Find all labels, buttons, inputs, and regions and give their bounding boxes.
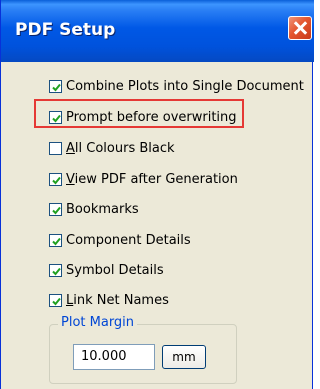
bookmarks-checkbox[interactable] <box>49 203 62 216</box>
checkmark-icon <box>52 267 61 276</box>
component-details-checkbox[interactable] <box>49 234 62 247</box>
component-details-label: Component Details <box>66 233 191 248</box>
close-button[interactable] <box>288 16 312 40</box>
plot-margin-input[interactable]: 10.000 <box>73 344 155 370</box>
checkmark-icon <box>52 237 61 246</box>
checkmark-icon <box>52 297 61 306</box>
prompt-overwrite-checkbox[interactable] <box>49 111 62 124</box>
checkmark-icon <box>52 114 61 123</box>
bookmarks-label: Bookmarks <box>66 202 139 217</box>
dialog-title: PDF Setup <box>15 20 116 40</box>
symbol-details-checkbox[interactable] <box>49 264 62 277</box>
title-bar[interactable]: PDF Setup <box>1 0 314 62</box>
symbol-details-label: Symbol Details <box>66 263 164 278</box>
link-net-names-checkbox[interactable] <box>49 294 62 307</box>
unit-button[interactable]: mm <box>162 345 206 369</box>
combine-plots-label: Combine Plots into Single Document <box>66 79 304 94</box>
all-colours-black-label: All Colours Black <box>66 141 175 156</box>
checkmark-icon <box>52 83 61 92</box>
pdf-setup-dialog: PDF Setup Combine Plots into Single Docu… <box>0 0 314 389</box>
plot-margin-label: Plot Margin <box>58 315 138 330</box>
combine-plots-checkbox[interactable] <box>49 80 62 93</box>
link-net-names-label: Link Net Names <box>66 293 169 308</box>
checkmark-icon <box>52 176 61 185</box>
view-pdf-checkbox[interactable] <box>49 173 62 186</box>
prompt-overwrite-label: Prompt before overwriting <box>66 110 237 125</box>
all-colours-black-checkbox[interactable] <box>49 142 62 155</box>
checkmark-icon <box>52 206 61 215</box>
view-pdf-label: View PDF after Generation <box>66 172 238 187</box>
